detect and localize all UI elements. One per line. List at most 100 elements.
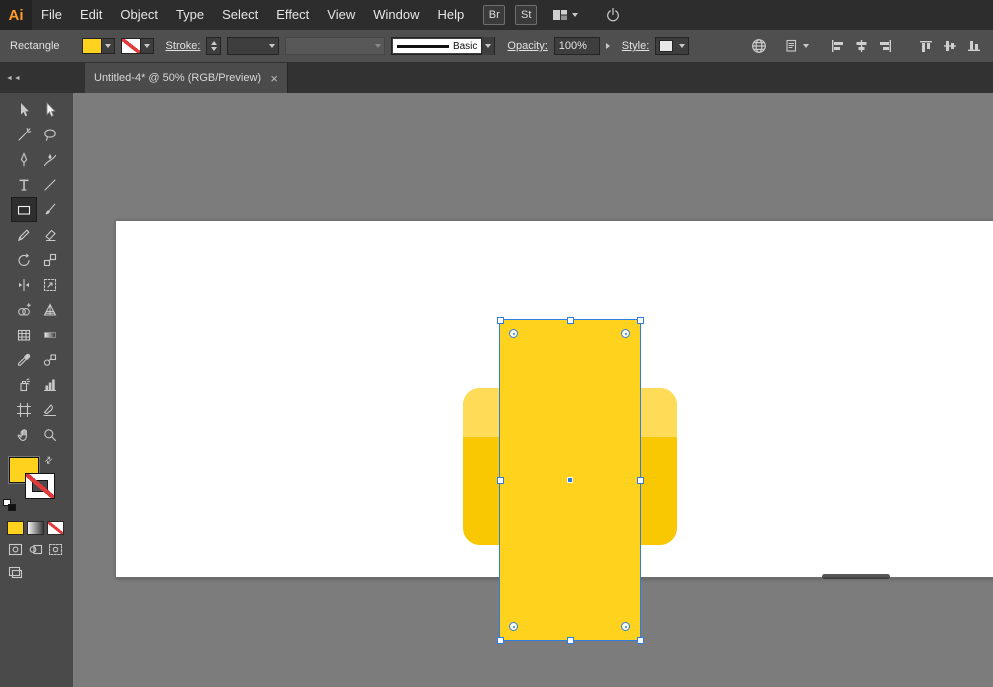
gradient-tool[interactable] xyxy=(37,322,63,347)
align-top-icon[interactable] xyxy=(918,38,935,54)
artboard-tool[interactable] xyxy=(11,397,37,422)
draw-behind-icon[interactable] xyxy=(27,542,44,557)
gradient-button[interactable] xyxy=(27,521,44,535)
menu-window[interactable]: Window xyxy=(364,0,428,30)
menu-help[interactable]: Help xyxy=(428,0,473,30)
corner-widget-top-left[interactable] xyxy=(509,329,518,338)
menu-view[interactable]: View xyxy=(318,0,364,30)
selection-tool[interactable] xyxy=(11,97,37,122)
document-setup-button[interactable] xyxy=(784,38,809,54)
stroke-weight-label[interactable]: Stroke: xyxy=(166,40,201,52)
document-tab[interactable]: Untitled-4* @ 50% (RGB/Preview) × xyxy=(85,63,288,93)
selection-handle-bottom-center[interactable] xyxy=(567,637,574,644)
pen-tool[interactable] xyxy=(11,147,37,172)
align-right-icon[interactable] xyxy=(877,38,894,54)
mesh-tool[interactable] xyxy=(11,322,37,347)
canvas-area[interactable] xyxy=(73,93,993,687)
control-bar: Rectangle Stroke: Basic Opacity: Style: xyxy=(0,30,993,63)
fill-dropdown-arrow[interactable] xyxy=(102,38,115,54)
line-segment-tool[interactable] xyxy=(37,172,63,197)
style-label[interactable]: Style: xyxy=(622,40,650,52)
menu-effect[interactable]: Effect xyxy=(267,0,318,30)
paintbrush-tool[interactable] xyxy=(37,197,63,222)
menu-select[interactable]: Select xyxy=(213,0,267,30)
direct-selection-tool[interactable] xyxy=(37,97,63,122)
stroke-weight-stepper[interactable] xyxy=(206,37,221,55)
shape-builder-tool[interactable] xyxy=(11,297,37,322)
sync-icon[interactable] xyxy=(604,6,622,24)
screen-mode-row xyxy=(0,557,73,585)
document-tab-title: Untitled-4* @ 50% (RGB/Preview) xyxy=(94,72,261,84)
stroke-color-swatch[interactable] xyxy=(25,473,55,499)
hand-tool[interactable] xyxy=(11,422,37,447)
fill-color-picker[interactable] xyxy=(82,38,115,54)
selection-handle-middle-left[interactable] xyxy=(497,477,504,484)
column-graph-tool[interactable] xyxy=(37,372,63,397)
scale-tool[interactable] xyxy=(37,247,63,272)
stroke-dropdown-arrow[interactable] xyxy=(141,38,154,54)
selected-tool-label: Rectangle xyxy=(10,40,60,52)
none-button[interactable] xyxy=(47,521,64,535)
eraser-tool[interactable] xyxy=(37,222,63,247)
menu-edit[interactable]: Edit xyxy=(71,0,111,30)
selection-handle-top-center[interactable] xyxy=(567,317,574,324)
stock-button[interactable]: St xyxy=(515,5,537,25)
fill-swatch[interactable] xyxy=(82,38,102,54)
corner-widget-top-right[interactable] xyxy=(621,329,630,338)
width-tool[interactable] xyxy=(11,272,37,297)
align-middle-v-icon[interactable] xyxy=(942,38,959,54)
align-left-icon[interactable] xyxy=(829,38,846,54)
selection-handle-bottom-left[interactable] xyxy=(497,637,504,644)
rectangle-tool[interactable] xyxy=(11,197,37,222)
change-screen-mode-icon[interactable] xyxy=(7,565,24,580)
bridge-button[interactable]: Br xyxy=(483,5,505,25)
selection-handle-middle-right[interactable] xyxy=(637,477,644,484)
curvature-tool[interactable] xyxy=(37,147,63,172)
perspective-grid-tool[interactable] xyxy=(37,297,63,322)
close-tab-icon[interactable]: × xyxy=(270,72,278,85)
align-bottom-icon[interactable] xyxy=(966,38,983,54)
tool-grid xyxy=(0,93,73,447)
selection-handle-bottom-right[interactable] xyxy=(637,637,644,644)
swap-fill-stroke-icon[interactable]: ⇄ xyxy=(42,454,55,467)
stroke-weight-select[interactable] xyxy=(227,37,279,55)
blend-tool[interactable] xyxy=(37,347,63,372)
eyedropper-tool[interactable] xyxy=(11,347,37,372)
variable-width-profile-select[interactable] xyxy=(285,37,385,55)
opacity-more-arrow[interactable] xyxy=(606,43,610,49)
free-transform-tool[interactable] xyxy=(37,272,63,297)
corner-widget-bottom-left[interactable] xyxy=(509,622,518,631)
color-mode-buttons xyxy=(0,513,73,535)
type-tool[interactable] xyxy=(11,172,37,197)
corner-widget-bottom-right[interactable] xyxy=(621,622,630,631)
symbol-sprayer-tool[interactable] xyxy=(11,372,37,397)
magic-wand-tool[interactable] xyxy=(11,122,37,147)
style-select[interactable] xyxy=(655,37,689,55)
menu-file[interactable]: File xyxy=(32,0,71,30)
selection-handle-top-left[interactable] xyxy=(497,317,504,324)
selection-center-anchor[interactable] xyxy=(567,477,573,483)
selection-handle-top-right[interactable] xyxy=(637,317,644,324)
opacity-label[interactable]: Opacity: xyxy=(507,40,547,52)
stroke-color-picker[interactable] xyxy=(121,38,154,54)
align-center-h-icon[interactable] xyxy=(853,38,870,54)
default-fill-stroke-icon[interactable] xyxy=(3,499,16,511)
stroke-none-swatch[interactable] xyxy=(121,38,141,54)
zoom-tool[interactable] xyxy=(37,422,63,447)
draw-inside-icon[interactable] xyxy=(47,542,64,557)
shaper-tool[interactable] xyxy=(11,222,37,247)
collapse-panel-icon[interactable]: ◄◄ xyxy=(6,75,22,82)
brush-definition-select[interactable]: Basic xyxy=(391,37,495,55)
color-button[interactable] xyxy=(7,521,24,535)
brush-dropdown-arrow[interactable] xyxy=(481,37,494,55)
rotate-tool[interactable] xyxy=(11,247,37,272)
menu-object[interactable]: Object xyxy=(111,0,167,30)
recolor-artwork-icon[interactable] xyxy=(750,37,768,55)
lasso-tool[interactable] xyxy=(37,122,63,147)
opacity-input[interactable] xyxy=(554,37,600,55)
menu-type[interactable]: Type xyxy=(167,0,213,30)
draw-normal-icon[interactable] xyxy=(7,542,24,557)
workspace-switcher[interactable] xyxy=(551,7,578,23)
slice-tool[interactable] xyxy=(37,397,63,422)
brush-preview: Basic xyxy=(393,39,481,53)
